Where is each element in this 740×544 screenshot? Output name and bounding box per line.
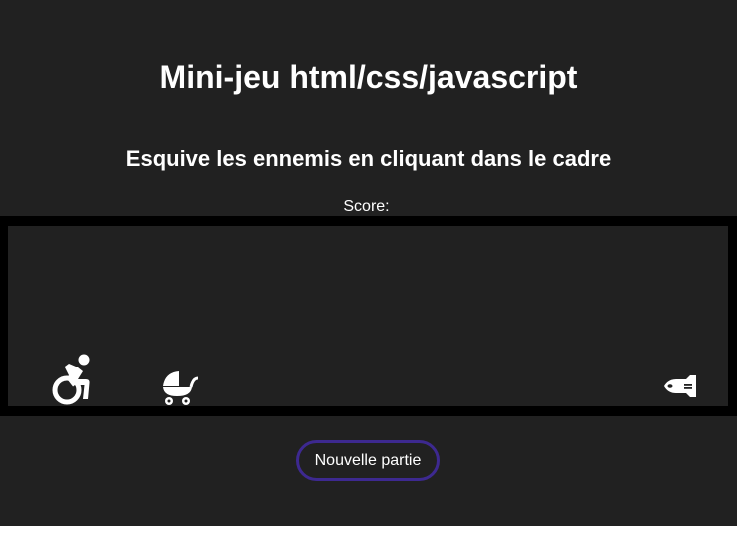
page-subtitle: Esquive les ennemis en cliquant dans le … — [125, 146, 612, 171]
score-display: Score: — [0, 198, 737, 216]
score-label: Score: — [343, 198, 390, 215]
wheelchair-icon — [52, 354, 90, 405]
space-shuttle-icon — [664, 375, 696, 397]
page: Mini-jeu html/css/javascript Esquive les… — [0, 0, 737, 526]
new-game-button[interactable]: Nouvelle partie — [296, 440, 440, 481]
baby-carriage-icon — [163, 371, 199, 405]
game-frame — [0, 216, 737, 416]
game-area[interactable] — [8, 226, 728, 406]
page-title: Mini-jeu html/css/javascript — [159, 59, 578, 95]
